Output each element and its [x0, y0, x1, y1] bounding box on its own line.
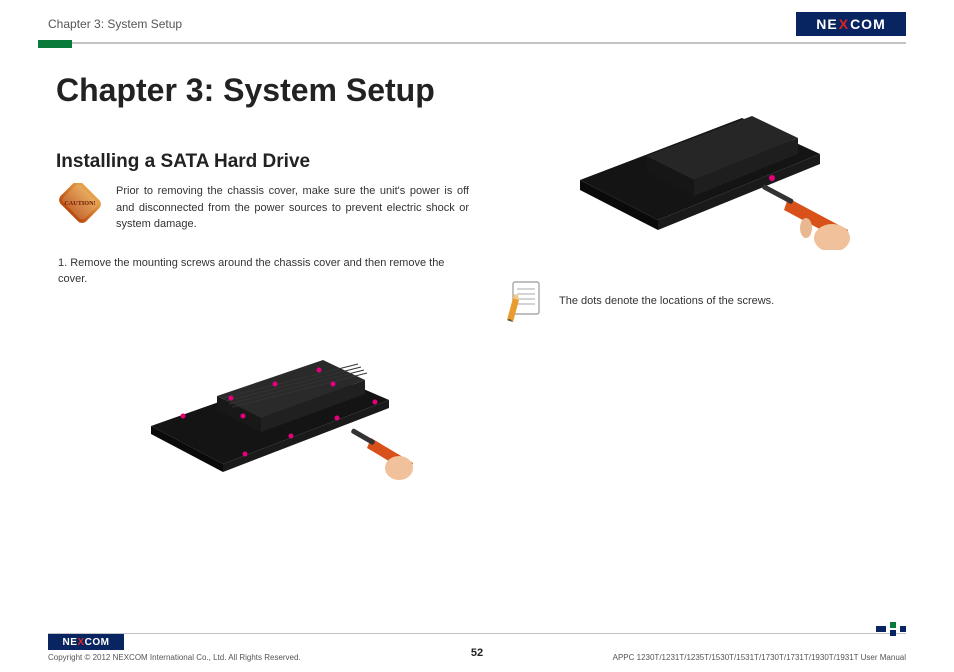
- logo-part2: COM: [850, 16, 886, 32]
- chapter-title: Chapter 3: System Setup: [56, 72, 469, 109]
- page-header: Chapter 3: System Setup NEXCOM: [0, 0, 954, 36]
- footer-logo-part1: NE: [63, 637, 78, 648]
- footer-logo-x: X: [77, 637, 84, 648]
- footer-left: NEXCOM Copyright © 2012 NEXCOM Internati…: [48, 634, 301, 662]
- page-number: 52: [471, 647, 483, 659]
- note-text: The dots denote the locations of the scr…: [559, 295, 774, 307]
- device-image-left: [113, 308, 413, 488]
- note-pencil-icon: [503, 280, 545, 322]
- footer-logo: NEXCOM: [48, 634, 124, 650]
- svg-text:CAUTION!: CAUTION!: [64, 200, 95, 207]
- section-title: Installing a SATA Hard Drive: [56, 151, 469, 173]
- copyright-text: Copyright © 2012 NEXCOM International Co…: [48, 653, 301, 662]
- logo-x: X: [839, 16, 849, 32]
- breadcrumb: Chapter 3: System Setup: [48, 17, 182, 31]
- content-area: Chapter 3: System Setup Installing a SAT…: [0, 44, 954, 488]
- logo-part1: NE: [816, 16, 837, 32]
- caution-block: CAUTION! Prior to removing the chassis c…: [56, 183, 469, 233]
- right-column: The dots denote the locations of the scr…: [493, 72, 906, 488]
- device-image-right: [550, 80, 850, 250]
- brand-logo: NEXCOM: [796, 12, 906, 36]
- manual-title: APPC 1230T/1231T/1235T/1530T/1531T/1730T…: [613, 653, 906, 662]
- page-footer: NEXCOM Copyright © 2012 NEXCOM Internati…: [48, 634, 906, 662]
- left-column: Chapter 3: System Setup Installing a SAT…: [56, 72, 469, 488]
- note-block: The dots denote the locations of the scr…: [493, 280, 906, 322]
- header-divider: [48, 42, 906, 44]
- caution-icon: CAUTION!: [56, 183, 104, 225]
- step-1-text: 1. Remove the mounting screws around the…: [56, 255, 469, 288]
- caution-text: Prior to removing the chassis cover, mak…: [116, 183, 469, 233]
- footer-logo-part2: COM: [85, 637, 110, 648]
